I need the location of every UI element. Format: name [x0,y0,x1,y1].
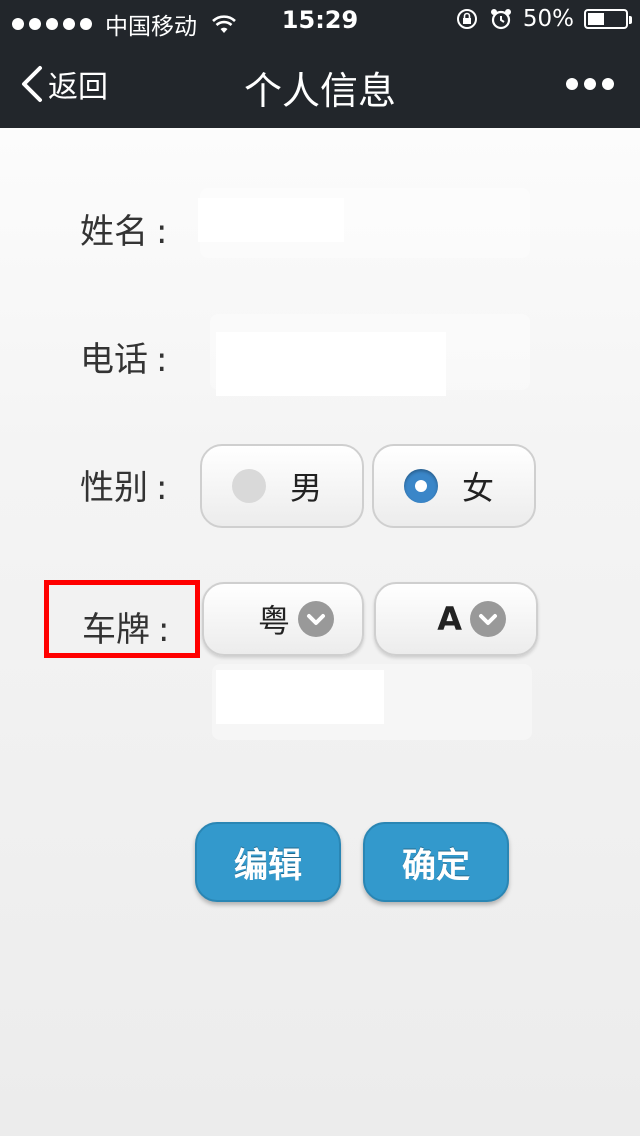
plate-label-text: 车牌 [82,610,150,650]
name-input[interactable] [198,198,344,242]
plate-label: 车牌: [82,602,169,651]
status-bar: 中国移动 15:29 50% [0,0,640,40]
edit-button[interactable]: 编辑 [195,822,341,902]
battery-fill [588,13,604,25]
phone-label: 电话: [80,332,167,381]
gender-option-label: 男 [290,469,323,507]
plate-province-select[interactable]: 粤 [202,582,364,656]
battery-percent: 50% [522,6,574,32]
gender-label: 性别: [80,460,167,509]
plate-letter-select[interactable]: A [374,582,538,656]
radio-unchecked-icon [232,469,266,503]
label-colon: : [156,212,168,252]
plate-letter-value: A [437,600,462,638]
more-dot-icon [602,78,614,90]
plate-number-input[interactable] [216,670,384,724]
alarm-icon [490,9,511,30]
more-button[interactable] [566,78,614,90]
confirm-button[interactable]: 确定 [363,822,509,902]
nav-bar: 返回 个人信息 [0,40,640,128]
gender-option-male[interactable]: 男 [200,444,364,528]
battery-icon [584,9,632,29]
name-label: 姓名: [80,204,167,253]
gender-option-label: 女 [462,469,495,507]
phone-input[interactable] [216,332,446,396]
radio-checked-icon [404,469,438,503]
phone-label-text: 电话 [80,340,148,380]
gender-label-text: 性别 [80,468,148,508]
rotation-lock-icon [456,9,477,29]
gender-option-female[interactable]: 女 [372,444,536,528]
label-colon: : [156,340,168,380]
label-colon: : [156,468,168,508]
chevron-down-icon [470,601,506,637]
more-dot-icon [584,78,596,90]
plate-province-value: 粤 [257,602,290,640]
label-colon: : [158,610,170,650]
more-dot-icon [566,78,578,90]
chevron-down-icon [298,601,334,637]
page-title: 个人信息 [243,69,396,113]
name-label-text: 姓名 [80,212,148,252]
